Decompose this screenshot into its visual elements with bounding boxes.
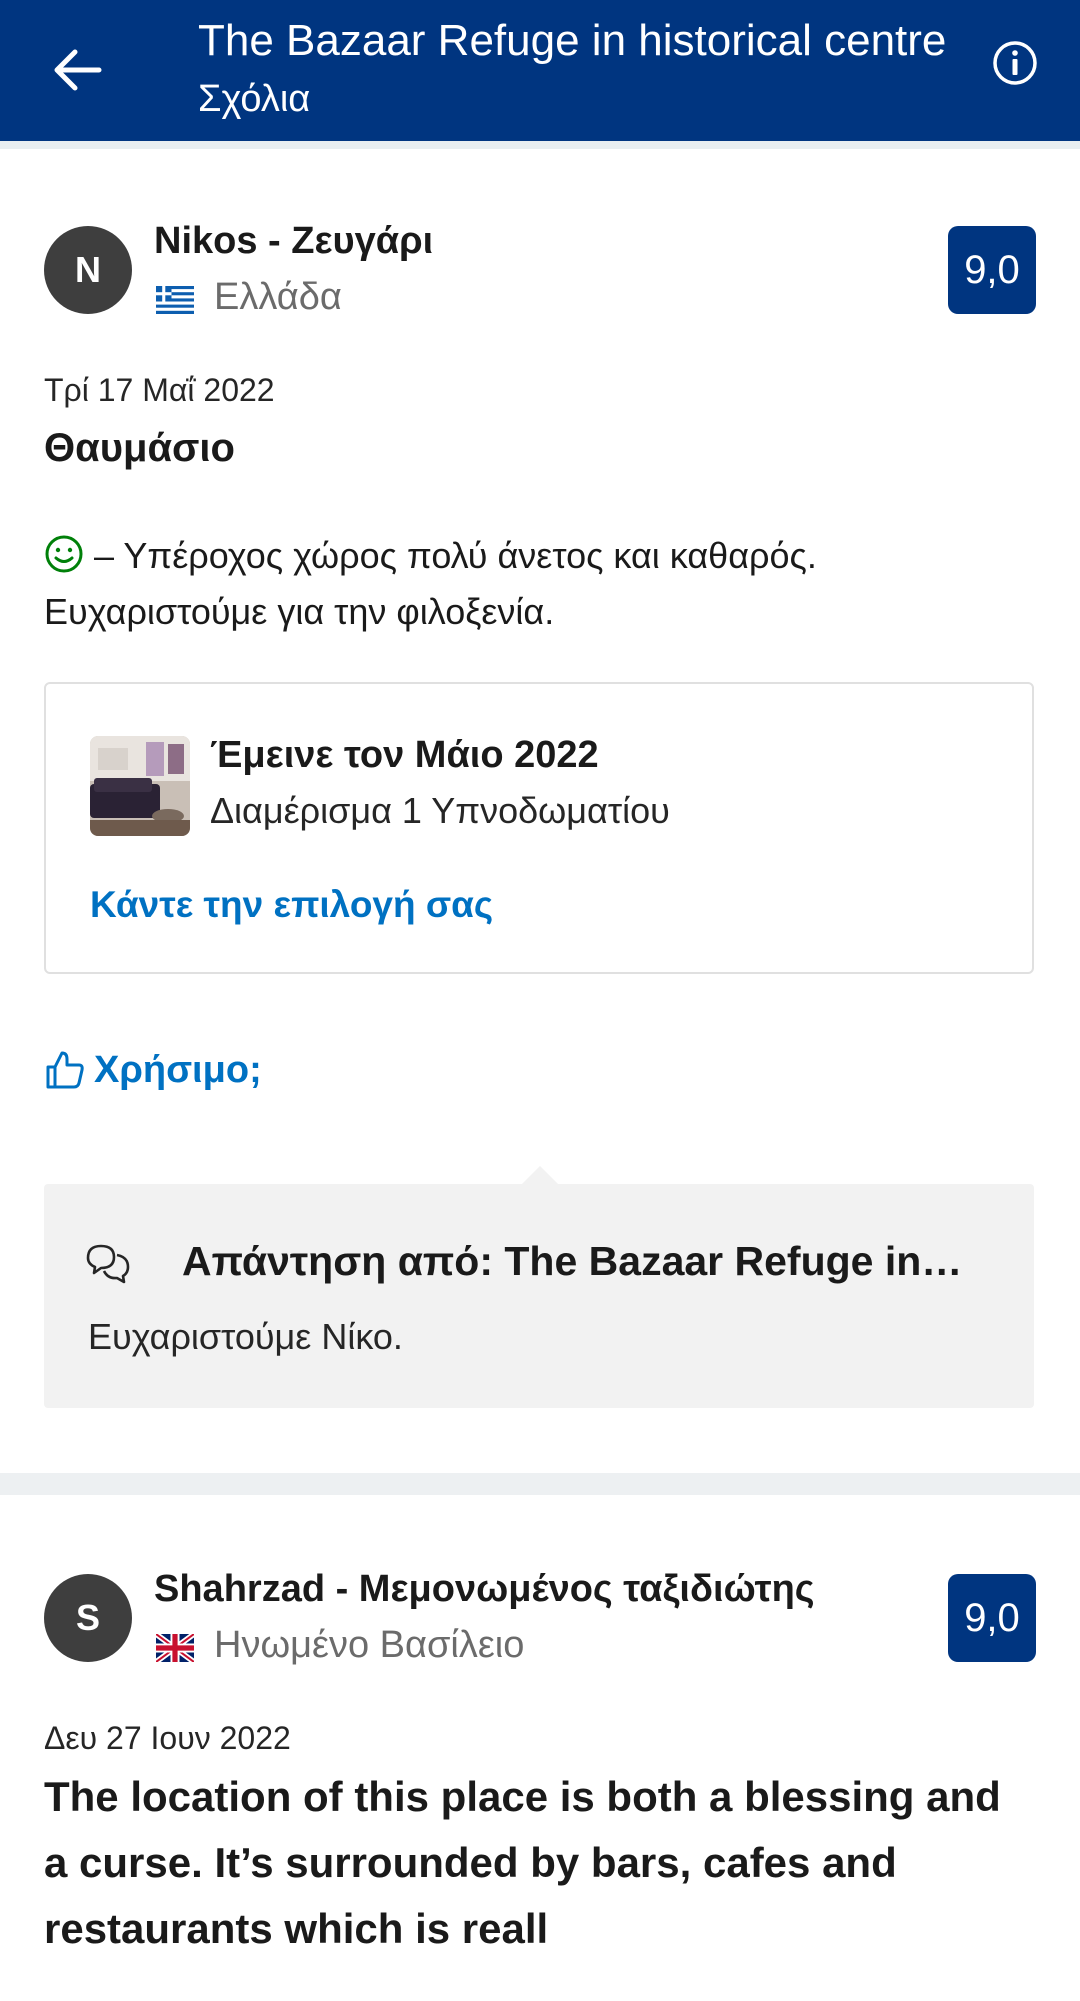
reviewer-country: Ελλάδα [214, 276, 342, 318]
room-thumbnail [90, 736, 190, 836]
review-score-badge: 9,0 [948, 1574, 1036, 1662]
smiley-icon [45, 535, 83, 573]
review-score-badge: 9,0 [948, 226, 1036, 314]
review-positive-text: – Υπέροχος χώρος πολύ άνετος και καθαρός… [44, 528, 1044, 640]
reply-pointer [522, 1166, 558, 1184]
helpful-label: Χρήσιμο; [94, 1048, 262, 1091]
stay-card: Έμεινε τον Μάιο 2022 Διαμέρισμα 1 Υπνοδω… [44, 682, 1034, 974]
helpful-button[interactable]: Χρήσιμο; [44, 1042, 262, 1098]
info-icon [993, 41, 1037, 85]
reviewer-avatar: S [44, 1574, 132, 1662]
property-reply: Απάντηση από: The Bazaar Refuge in… Ευχα… [44, 1184, 1034, 1408]
reviewer-name: Nikos - Ζευγάρι [154, 220, 434, 262]
review-title: The location of this place is both a ble… [44, 1773, 1001, 1952]
page-subtitle: Σχόλια [198, 78, 311, 120]
review-title: Θαυμάσιο [44, 426, 235, 470]
uk-flag-icon [156, 1634, 194, 1662]
review-date: Δευ 27 Ιουν 2022 [44, 1720, 291, 1756]
reviewer-country: Ηνωμένο Βασίλειο [214, 1624, 525, 1666]
page-title: The Bazaar Refuge in historical centre [198, 16, 947, 65]
back-button[interactable] [44, 36, 112, 104]
review-divider [0, 1473, 1080, 1495]
app-bar-shadow [0, 141, 1080, 149]
stay-room-type: Διαμέρισμα 1 Υπνοδωματίου [210, 790, 670, 831]
arrow-left-icon [54, 49, 102, 91]
reply-title: Απάντηση από: The Bazaar Refuge in… [182, 1238, 963, 1284]
stay-title: Έμεινε τον Μάιο 2022 [210, 734, 599, 776]
reviewer-avatar: N [44, 226, 132, 314]
info-button[interactable] [984, 32, 1046, 94]
reviewer-name: Shahrzad - Μεμονωμένος ταξιδιώτης [154, 1568, 815, 1610]
review-date: Τρί 17 Μαΐ 2022 [44, 372, 275, 408]
greece-flag-icon [156, 286, 194, 314]
chat-bubbles-icon [84, 1240, 132, 1288]
review-positive-body: – Υπέροχος χώρος πολύ άνετος και καθαρός… [44, 535, 817, 632]
thumbs-up-icon [46, 1051, 84, 1089]
reply-text: Ευχαριστούμε Νίκο. [88, 1316, 403, 1357]
app-bar: The Bazaar Refuge in historical centre Σ… [0, 0, 1080, 141]
choose-room-link[interactable]: Κάντε την επιλογή σας [90, 884, 493, 926]
